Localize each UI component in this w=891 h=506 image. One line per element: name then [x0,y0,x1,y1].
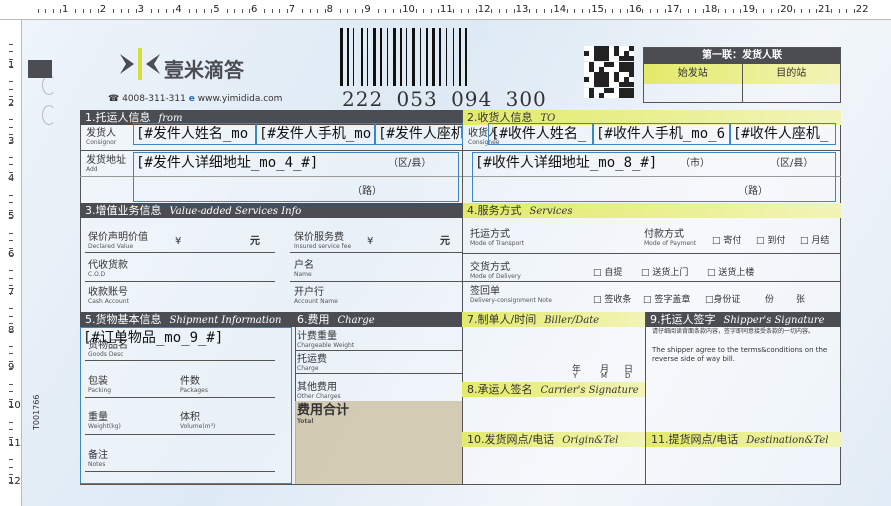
account-name-label: 户名 Name [294,260,314,278]
ruler-tick-label: 20 [780,4,793,15]
sec9-header: 9.托运人签字 Shipper's Signature [645,312,841,327]
day-en: D [625,372,631,380]
vertical-ruler: 123456789101112 [0,20,22,506]
ruler-tick-label: 1 [62,4,69,15]
receiver-name-field[interactable]: [#收件人姓名_ [488,123,593,145]
insured-yen: ¥ [367,236,374,247]
cash-account-label: 收款账号 Cash Account [88,287,129,305]
transport-label: 托运方式 Mode of Transport [470,229,525,247]
ruler-tick-label: 18 [704,4,718,15]
ie-icon: e [188,94,195,104]
receiver-phone-field[interactable]: [#收件人座机_ [730,123,836,145]
self-pickup-checkbox[interactable]: □ 自提 [593,265,622,278]
destination-value[interactable] [743,84,841,102]
ruler-tick-label: 22 [855,4,869,15]
destination-label: 目的站 [776,68,807,79]
total-label: 费用合计 Total [297,403,350,426]
origin-label: 始发站 [644,64,743,84]
ruler-tick-label: 7 [288,4,296,15]
delivery-label: 交货方式 Mode of Delivery [470,262,521,280]
ruler-tick-label: 6 [251,4,258,15]
copy-title: 第一联：发货人联 [644,48,840,64]
ruler-tick-label: 15 [591,4,604,15]
hotline: 4008-311-311 [122,94,186,104]
pay-monthly-checkbox[interactable]: □ 月结 [800,233,829,246]
receiver-mobile-field[interactable]: [#收件人手机_mo_6 [593,123,730,145]
pay-prepaid-checkbox[interactable]: □ 寄付 [712,233,741,246]
goods-field[interactable]: [#订单物品_mo_9_#] [80,327,292,484]
ruler-tick-label: 10 [402,4,415,15]
other-charges-label: 其他费用 Other Charges [297,382,341,400]
receiver-address-field[interactable]: [#收件人详细地址_mo_8_#] [472,152,836,202]
sender-mobile-field[interactable]: [#发件人手机_mo [256,123,375,145]
declared-value-label: 保价声明价值 Declared Value [88,232,148,250]
declared-yen: ¥ [175,236,182,247]
upstairs-delivery-checkbox[interactable]: □ 送货上楼 [707,265,754,278]
ruler-tick-label: 2 [99,4,107,15]
registration-mark [28,60,52,78]
cod-label: 代收货款 C.O.D [88,260,128,278]
ruler-tick-label: 8 [326,4,333,15]
declared-yuan: 元 [250,236,260,247]
ruler-tick-label: 13 [515,4,529,15]
insured-fee-label: 保价服务费 Insured service fee [294,232,352,250]
terms-en: The shipper agree to the terms&condition… [652,346,828,363]
ruler-tick-label: 16 [629,4,642,15]
ruler-tick-label: 14 [553,4,567,15]
sec3-header: 3.增值业务信息 Value-added Services Info [80,203,462,218]
chargeable-weight-label: 计费重量 Chargeable Weight [297,331,355,349]
ruler-tick-label: 17 [666,4,680,15]
horizontal-ruler: 1 2 3 4 5 6 7 8 9 10 11 12 13 14 15 16 17 18 19 20 21 22 [0,0,891,20]
consignor-label: 发货人 Consignor [86,128,117,146]
receipt-slip-checkbox[interactable]: □ 签收条 [593,292,631,305]
sec11-header: 11.提货网点/电话 Destination&Tel [646,432,841,447]
brand-name: 壹米滴答 [164,58,244,82]
bank-label: 开户行 Account Name [294,287,338,305]
terms-cn: 请仔细阅读背面条款内容，签字即同意接受条款的一切内容。 [652,328,815,335]
ruler-tick-label: 21 [818,4,831,15]
payment-label: 付款方式 Mode of Payment [644,229,697,247]
sender-address-label: 发货地址 Add [86,155,126,173]
form-code: T001766 [32,394,41,430]
id-card-checkbox[interactable]: □身份证 [705,292,741,305]
sender-name-field[interactable]: [#发件人姓名_mo [133,123,256,145]
sender-phone-field[interactable]: [#发件人座机 [375,123,463,145]
receipt-label: 签回单 Delivery-consignment Note [470,286,552,304]
year-en: Y [573,372,578,380]
insured-yuan: 元 [440,236,450,247]
sec7-header: 7.制单人/时间 Biller/Date [462,312,645,327]
month-en: M [601,372,608,380]
origin-value[interactable] [644,84,743,102]
pay-collect-checkbox[interactable]: □ 到付 [756,233,785,246]
sec6-header: 6.费用 Charge [292,312,462,327]
ruler-tick-label: 3 [137,4,144,15]
contact-line: ☎ 4008-311-311 e www.yimidida.com [108,94,282,104]
sec8-header: 8.承运人签名 Carrier's Signature [462,382,645,397]
sender-address-field[interactable]: [#发件人详细地址_mo_4_#] [133,152,459,202]
charge-label: 托运费 Charge [297,354,327,372]
signature-stamp-checkbox[interactable]: □ 签字盖章 [643,292,690,305]
ruler-tick-label: 12 [477,4,491,15]
sec5-header: 5.货物基本信息 Shipment Information [80,312,292,327]
tracking-number: 222 053 094 300 [342,87,547,111]
sec10-header: 10.发货网点/电话 Origin&Tel [462,432,645,447]
website: www.yimidida.com [197,94,283,104]
sheets-unit: 张 [796,295,806,305]
ruler-tick-label: 9 [364,4,371,15]
ruler-tick-label: 4 [175,4,182,15]
copy-table: 第一联：发货人联 始发站 目的站 [643,47,841,103]
qr-code [584,46,634,98]
ruler-tick-label: 5 [213,4,220,15]
barcode [340,28,535,86]
copies-unit: 份 [765,295,775,305]
sec4-header: 4.服务方式 Services [462,203,841,218]
ruler-tick-label: 11 [440,4,453,15]
brand-logo-icon [120,46,160,82]
phone-icon: ☎ [108,94,120,104]
ruler-tick-label: 19 [742,4,756,15]
door-delivery-checkbox[interactable]: □ 送货上门 [641,265,688,278]
